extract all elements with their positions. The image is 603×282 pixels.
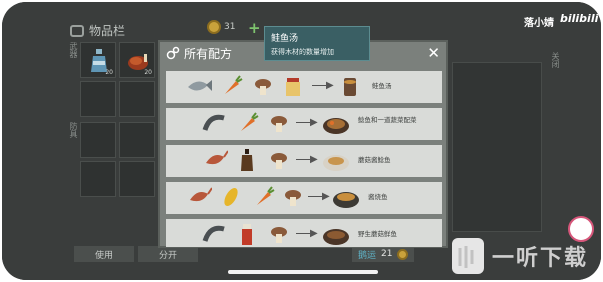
armor-slot[interactable] [119,122,155,158]
arrow-icon: ▶ [296,228,318,239]
stew-plate-icon [323,118,349,134]
armor-slot[interactable] [80,122,116,158]
carrot-icon [241,112,259,131]
bilibili-logo: bilibili [560,12,599,25]
recipes-panel: 所有配方 ✕ ▶ 鲑鱼汤 ▶ 鲶鱼和一道蔬菜配菜 ▶ 蘑菇酱鲶鱼 ▶ 酱烧鱼 ▶… [158,40,448,248]
recipe-name: 野生蘑菇鲜鱼 [358,230,397,238]
coin-icon [397,248,409,260]
recipe-book-icon [166,46,180,60]
arrow-icon: ▶ [308,191,330,202]
section-label-weapons: 武器 [69,42,78,58]
split-button[interactable]: 分开 [138,246,198,262]
recipe-row[interactable]: ▶ 鲑鱼汤 [166,71,442,103]
inventory-slot[interactable] [80,81,116,117]
coin-counter: 31 [207,20,235,34]
arrow-icon: ▶ [296,117,318,128]
recipe-name: 鲶鱼和一道蔬菜配菜 [358,116,417,124]
slot-count: 20 [105,69,113,76]
armor-grid [80,122,155,197]
arrow-icon: ▶ [296,154,318,165]
bag-icon [70,24,84,37]
recipe-name: 酱烧鱼 [368,193,388,201]
shrimp-plate-icon [323,155,349,171]
uploader-name: 落小婧 [524,18,554,29]
mushroom-icon [285,190,301,206]
slot-count: 20 [144,69,152,76]
inventory-header: 物品栏 [70,22,125,39]
inventory-grid: 20 20 [80,42,155,117]
arrow-icon: ▶ [312,80,334,91]
recipe-list: ▶ 鲑鱼汤 ▶ 鲶鱼和一道蔬菜配菜 ▶ 蘑菇酱鲶鱼 ▶ 酱烧鱼 ▶ 野生蘑菇鲜鱼 [166,67,442,247]
download-site-watermark: 一听下载 [492,246,589,271]
jar-icon [286,78,300,96]
inventory-slot[interactable]: 20 [119,42,155,78]
grill-plate-icon [323,229,349,245]
close-button[interactable]: ✕ [427,44,440,62]
carrot-icon [225,75,243,94]
fish-plate-icon [333,192,359,208]
sauce-icon [242,224,252,245]
section-label-armor: 防具 [69,122,78,138]
recipe-row[interactable]: ▶ 野生蘑菇鲜鱼 [166,219,442,247]
mushroom-icon [271,227,287,243]
storage-panel [452,62,542,232]
coin-icon [207,20,221,34]
armor-slot[interactable] [80,161,116,197]
inventory-slot[interactable]: 20 [80,42,116,78]
soup-bowl-icon [344,78,356,96]
inventory-title: 物品栏 [89,24,126,38]
shrimp-icon [206,150,228,165]
eel-icon [202,114,225,131]
mushroom-icon [255,79,271,95]
storage-label: 关闭 [551,52,560,68]
coin-count: 31 [224,22,236,32]
phone-frame: 物品栏 31 + 武器 防具 20 20 使用 分开 关闭 鹅运 21 所有配方… [2,2,601,280]
home-indicator[interactable] [228,270,378,274]
armor-slot[interactable] [119,161,155,197]
recipe-row[interactable]: ▶ 蘑菇酱鲶鱼 [166,145,442,177]
recipe-row[interactable]: ▶ 酱烧鱼 [166,182,442,214]
add-coins-button[interactable]: + [248,19,261,37]
eel-icon [202,225,225,242]
tooltip-description: 获得木材的数量增加 [271,48,334,56]
recipe-row[interactable]: ▶ 鲶鱼和一道蔬菜配菜 [166,108,442,140]
tooltip-title: 鲑鱼汤 [271,34,299,44]
panel-title: 所有配方 [184,47,233,61]
stat-box: 鹅运 21 [352,246,415,262]
download-site-logo-icon [452,238,484,274]
inventory-slot[interactable] [119,81,155,117]
use-button[interactable]: 使用 [74,246,134,262]
bottle-icon [241,149,253,171]
corn-icon [224,187,238,207]
carrot-icon [257,186,275,205]
shrimp-icon [190,187,212,202]
stat-value: 21 [381,249,393,259]
stat-label: 鹅运 [358,250,377,261]
recipe-name: 鲑鱼汤 [372,82,392,90]
mushroom-icon [271,116,287,132]
floating-assistant-icon[interactable] [568,216,594,242]
game-scene: 物品栏 31 + 武器 防具 20 20 使用 分开 关闭 鹅运 21 所有配方… [2,2,601,280]
fish-icon [188,80,212,91]
recipe-name: 蘑菇酱鲶鱼 [358,156,391,164]
mushroom-icon [271,153,287,169]
recipe-tooltip: 鲑鱼汤 获得木材的数量增加 [264,26,370,61]
